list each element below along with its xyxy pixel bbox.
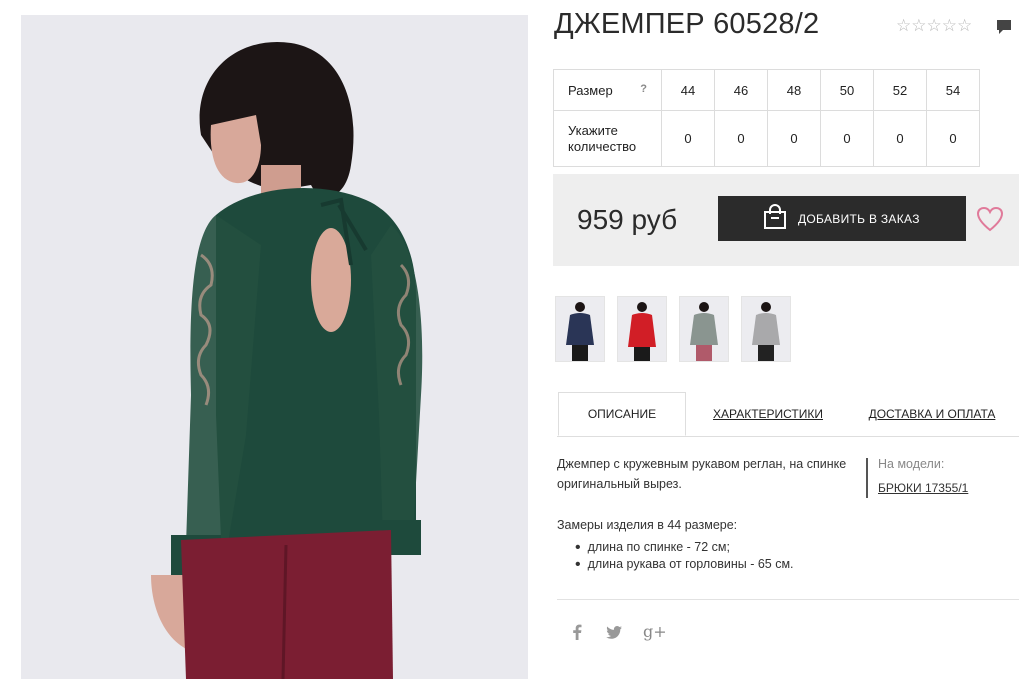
quantity-input[interactable]: 0 (767, 110, 821, 167)
tab-description[interactable]: ОПИСАНИЕ (558, 392, 686, 436)
variant-thumbnail-grey[interactable] (741, 296, 791, 362)
quantity-input[interactable]: 0 (714, 110, 768, 167)
divider (557, 599, 1019, 600)
comment-icon[interactable] (996, 19, 1012, 40)
measurement-item: длина по спинке - 72 см; (575, 539, 794, 556)
model-photo-illustration (21, 15, 528, 679)
quantity-label-cell: Укажите количество (553, 110, 662, 167)
twitter-icon[interactable] (606, 626, 622, 642)
measurements-list: длина по спинке - 72 см; длина рукава от… (575, 539, 794, 573)
thumbnail-image (690, 302, 718, 361)
size-cell: 44 (661, 69, 715, 111)
add-to-order-label: ДОБАВИТЬ В ЗАКАЗ (798, 211, 920, 226)
product-title: ДЖЕМПЕР 60528/2 (554, 8, 820, 40)
size-cell: 46 (714, 69, 768, 111)
model-trousers-link[interactable]: БРЮКИ 17355/1 (878, 481, 968, 495)
size-cell: 54 (926, 69, 980, 111)
size-label: Размер (568, 82, 613, 98)
size-label-cell: Размер ? (553, 69, 662, 111)
buy-box: 959 руб ДОБАВИТЬ В ЗАКАЗ (553, 174, 1019, 266)
measurements-title: Замеры изделия в 44 размере: (557, 518, 738, 532)
google-plus-icon[interactable]: g+ (643, 622, 667, 641)
variant-thumbnail-navy[interactable] (555, 296, 605, 362)
quantity-input[interactable]: 0 (661, 110, 715, 167)
size-help-icon[interactable]: ? (640, 83, 647, 95)
quantity-input[interactable]: 0 (926, 110, 980, 167)
shopping-bag-icon (762, 204, 788, 233)
size-cell: 50 (820, 69, 874, 111)
product-main-image[interactable] (21, 15, 528, 679)
facebook-icon[interactable] (572, 624, 582, 643)
product-info-tabs: ОПИСАНИЕ ХАРАКТЕРИСТИКИ ДОСТАВКА И ОПЛАТ… (557, 392, 1019, 437)
variant-thumbnail-grey-green[interactable] (679, 296, 729, 362)
product-description: Джемпер с кружевным рукавом реглан, на с… (557, 457, 847, 491)
tab-characteristics[interactable]: ХАРАКТЕРИСТИКИ (699, 392, 837, 436)
product-price: 959 руб (577, 204, 678, 235)
size-quantity-table: Размер ? 44 46 48 50 52 54 Укажите колич… (553, 69, 980, 167)
variant-thumbnail-red[interactable] (617, 296, 667, 362)
model-wearing-box: На модели: БРЮКИ 17355/1 (866, 458, 968, 498)
size-cell: 48 (767, 69, 821, 111)
add-to-order-button[interactable]: ДОБАВИТЬ В ЗАКАЗ (718, 196, 966, 241)
thumbnail-image (566, 302, 594, 361)
thumbnail-image (752, 302, 780, 361)
color-variant-thumbnails (555, 296, 791, 362)
thumbnail-image (628, 302, 656, 361)
quantity-input[interactable]: 0 (820, 110, 874, 167)
rating-stars[interactable]: ☆☆☆☆☆ (896, 16, 972, 36)
size-cell: 52 (873, 69, 927, 111)
quantity-input[interactable]: 0 (873, 110, 927, 167)
model-label: На модели: (878, 457, 945, 471)
measurement-item: длина рукава от горловины - 65 см. (575, 556, 794, 573)
tab-delivery-payment[interactable]: ДОСТАВКА И ОПЛАТА (863, 392, 1001, 436)
heart-icon[interactable] (976, 206, 1004, 237)
quantity-label: Укажите количество (568, 122, 637, 154)
